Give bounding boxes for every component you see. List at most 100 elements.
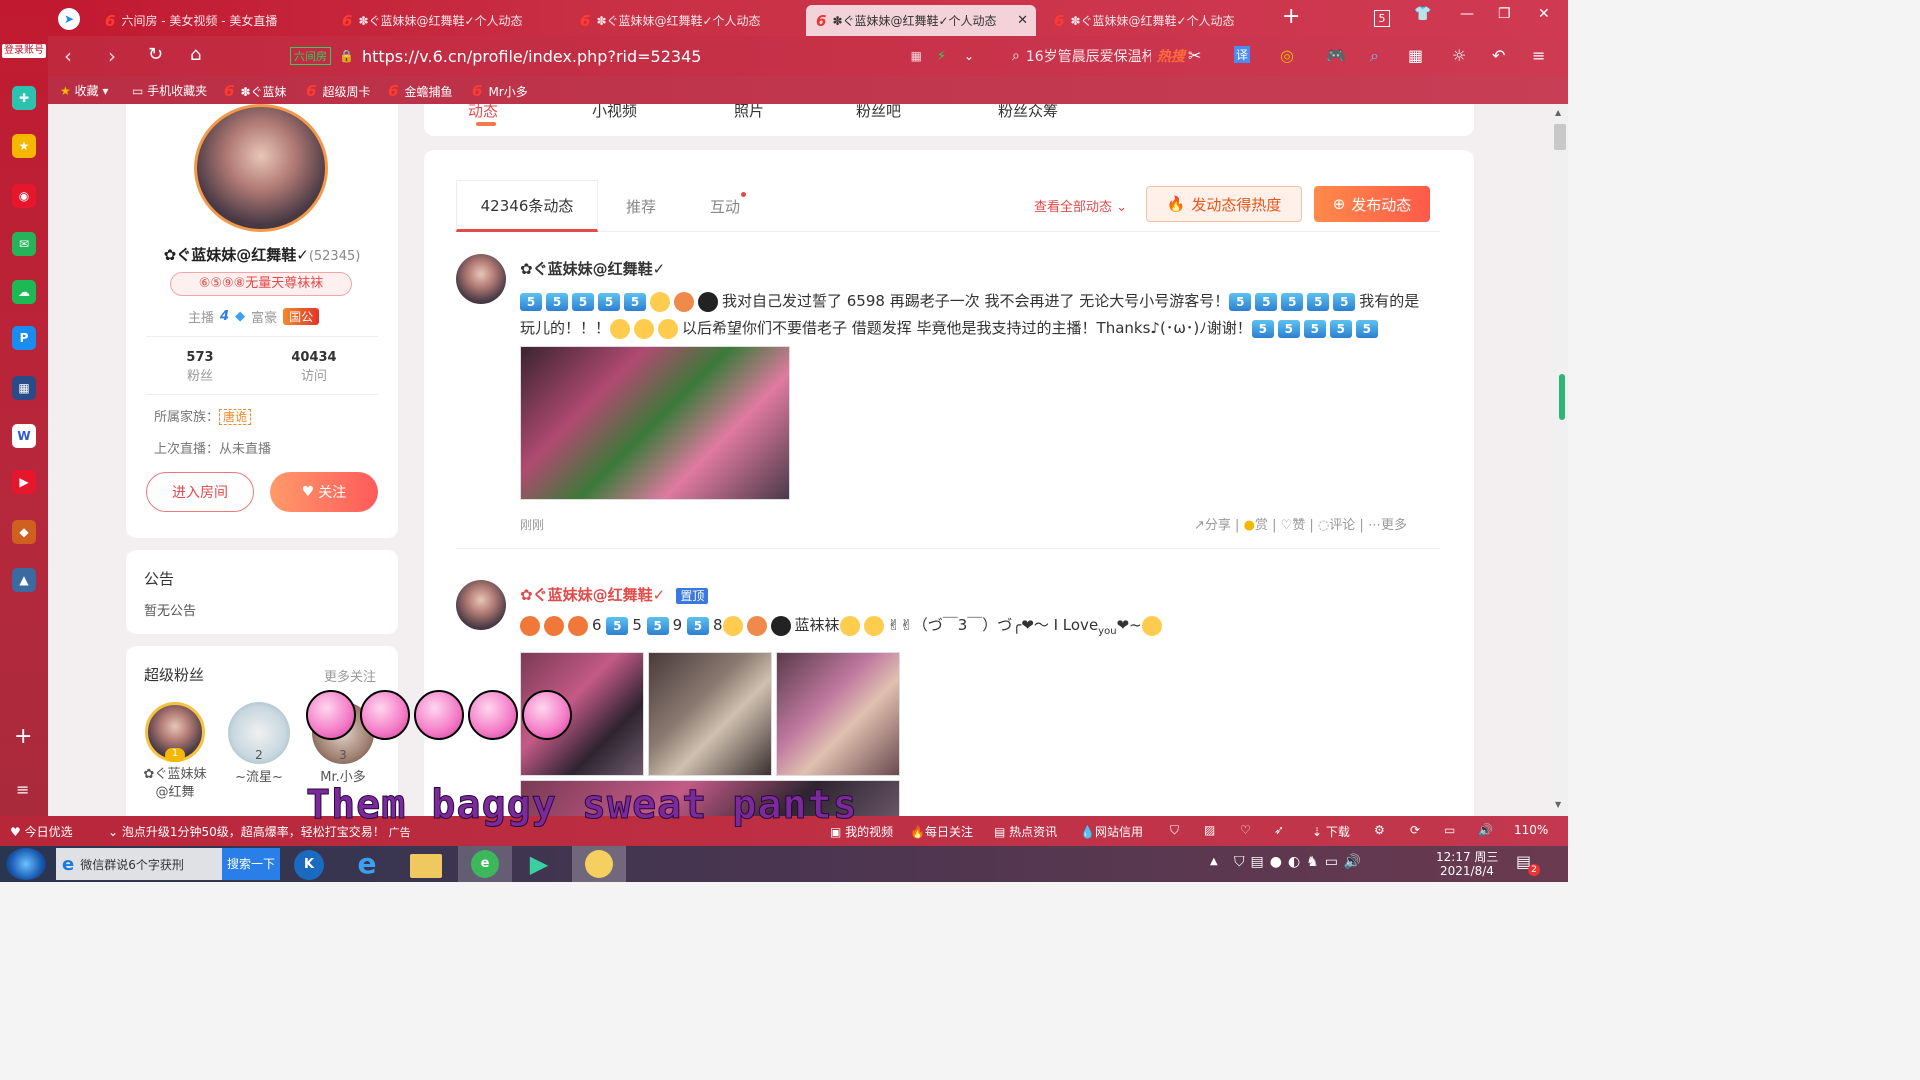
more-follows-link[interactable]: 更多关注	[324, 666, 376, 685]
nav-dongtai[interactable]: 动态	[468, 104, 498, 121]
reward-action[interactable]: ●赏	[1244, 518, 1268, 533]
today-picks[interactable]: ♥ 今日优选	[10, 823, 73, 840]
lightning-icon[interactable]: ⚡	[937, 49, 946, 64]
undo-icon[interactable]: ↶	[1492, 46, 1505, 65]
post-author-avatar[interactable]	[456, 580, 506, 630]
game2-app-icon[interactable]: ◆	[12, 520, 36, 544]
visits-stat[interactable]: 40434 访问	[276, 350, 352, 384]
gamepad-icon[interactable]: 🎮	[1326, 46, 1346, 65]
bookmark-favorites[interactable]: ★ 收藏 ▾	[60, 82, 108, 99]
skin-icon[interactable]: 👕	[1414, 6, 1431, 22]
bookmark-mrxiaoduo[interactable]: 6 Mr小多	[472, 82, 528, 100]
enter-room-button[interactable]: 进入房间	[146, 472, 254, 512]
shield-icon[interactable]: ⛉	[1170, 823, 1179, 838]
translate-icon[interactable]: 译	[1234, 46, 1251, 63]
rocket-icon[interactable]: ➶	[1274, 823, 1284, 837]
tab-liujianfang[interactable]: 6 六间房 - 美女视频 - 美女直播	[95, 5, 325, 36]
forward-icon[interactable]: ›	[108, 44, 116, 68]
post-author-name[interactable]: ✿ぐ蓝妹妹@红舞鞋✓	[520, 586, 665, 604]
daily-follow[interactable]: 🔥每日关注	[910, 823, 973, 840]
more-action[interactable]: ⋯更多	[1368, 518, 1407, 533]
close-window-icon[interactable]: ✕	[1538, 6, 1550, 22]
taskbar-player-icon[interactable]: ▶	[524, 850, 554, 878]
minimize-icon[interactable]: —	[1460, 6, 1474, 22]
tab-profile-4[interactable]: 6 ✽ぐ蓝妹妹@红舞鞋✓个人动态	[1044, 5, 1266, 36]
fan-item-1[interactable]: 1 ✿ぐ蓝妹妹@红舞	[142, 702, 208, 802]
zoom-level[interactable]: 110%	[1514, 823, 1548, 837]
tray-expand-icon[interactable]: ▲	[1210, 856, 1218, 867]
follow-button[interactable]: ♥ 关注	[270, 472, 378, 512]
clock-time[interactable]: 12:17 周三	[1436, 848, 1498, 865]
view-all-dropdown[interactable]: 查看全部动态 ⌄	[1034, 196, 1127, 215]
scroll-up-icon[interactable]: ▲	[1555, 108, 1561, 117]
tab-profile-2[interactable]: 6 ✽ぐ蓝妹妹@红舞鞋✓个人动态	[570, 5, 800, 36]
image-icon[interactable]: ▨	[1204, 823, 1215, 837]
nav-short-video[interactable]: 小视频	[592, 104, 637, 121]
coin-icon[interactable]: ◎	[1280, 46, 1294, 65]
scissors-icon[interactable]: ✂	[1188, 46, 1201, 65]
profile-avatar[interactable]	[194, 104, 328, 232]
publish-button[interactable]: ⊕ 发布动态	[1314, 186, 1430, 222]
clock-date[interactable]: 2021/8/4	[1440, 864, 1494, 878]
dropdown-icon[interactable]: ⌄	[964, 49, 974, 63]
fans-stat[interactable]: 573 粉丝	[162, 350, 238, 384]
tray-icons[interactable]: ⛉▤●◐♞▭🔊	[1234, 854, 1367, 870]
post-image[interactable]	[648, 652, 772, 776]
bookmark-weekcard[interactable]: 6 超级周卡	[306, 82, 370, 100]
scroll-down-icon[interactable]: ▼	[1555, 800, 1561, 809]
tab-count-badge[interactable]: 5	[1374, 10, 1390, 27]
feed-tab-all[interactable]: 42346条动态	[456, 180, 598, 232]
weibo-icon[interactable]: ◉	[12, 184, 36, 208]
taskbar-k-app-icon[interactable]: K	[294, 850, 324, 880]
page-scrollbar[interactable]: ▲ ▼	[1552, 104, 1568, 816]
sync-icon[interactable]: ⟳	[1410, 823, 1420, 837]
taskbar-search-button[interactable]: 搜索一下	[222, 848, 280, 880]
restore-icon[interactable]: ❐	[1498, 6, 1511, 22]
nav-fan-bar[interactable]: 粉丝吧	[856, 104, 901, 121]
tab-profile-1[interactable]: 6 ✽ぐ蓝妹妹@红舞鞋✓个人动态	[332, 5, 562, 36]
menu-list-icon[interactable]: ≡	[16, 780, 29, 799]
url-bar[interactable]: 六间房 🔒 https://v.6.cn/profile/index.php?r…	[280, 41, 986, 71]
bookmark-lanmei[interactable]: 6 ✽ぐ蓝妹	[224, 82, 287, 100]
mail-icon[interactable]: ✉	[12, 232, 36, 256]
volume-icon[interactable]: 🔊	[1478, 823, 1493, 837]
nav-circle-icon[interactable]: ➤	[58, 8, 80, 30]
feed-tab-interact[interactable]: 互动	[710, 192, 747, 217]
hot-news[interactable]: ▤ 热点资讯	[994, 823, 1057, 840]
game-app-icon[interactable]: ▦	[12, 376, 36, 400]
scrollbar-thumb[interactable]	[1554, 124, 1566, 150]
tab-profile-active[interactable]: 6 ✽ぐ蓝妹妹@红舞鞋✓个人动态 ✕	[806, 5, 1036, 36]
close-tab-icon[interactable]: ✕	[1017, 13, 1028, 28]
brightness-icon[interactable]: ☼	[1452, 46, 1466, 65]
nav-photos[interactable]: 照片	[734, 104, 764, 121]
share-action[interactable]: ↗分享	[1194, 518, 1231, 533]
side-scroll-handle[interactable]	[1559, 374, 1565, 420]
heart-outline-icon[interactable]: ♡	[1240, 823, 1251, 837]
magnifier-icon[interactable]: ⌕	[1370, 46, 1379, 66]
plus-app-icon[interactable]: ✚	[12, 86, 36, 110]
menu-icon[interactable]: ≡	[1532, 46, 1545, 65]
nav-crowdfunding[interactable]: 粉丝众筹	[998, 104, 1058, 121]
bookmark-mobile[interactable]: ▭ 手机收藏夹	[132, 82, 207, 99]
p-app-icon[interactable]: P	[12, 326, 36, 350]
site-credit[interactable]: 💧网站信用	[1080, 823, 1143, 840]
taskbar-360-browser-icon[interactable]: e	[458, 846, 512, 882]
back-icon[interactable]: ‹	[64, 44, 72, 68]
word-icon[interactable]: W	[12, 424, 36, 448]
hot-post-button[interactable]: 🔥 发动态得热度	[1146, 186, 1302, 222]
taskbar-qq-app-icon[interactable]	[572, 846, 626, 882]
red-app-icon[interactable]: ▶	[12, 470, 36, 494]
feed-tab-recommend[interactable]: 推荐	[626, 196, 656, 217]
tools-icon[interactable]: ⚙	[1374, 823, 1385, 837]
download-link[interactable]: ⇣ 下载	[1312, 823, 1350, 840]
login-button[interactable]: 登录账号	[2, 44, 46, 58]
star-icon[interactable]: ★	[12, 134, 36, 158]
game3-app-icon[interactable]: ▲	[12, 568, 36, 592]
fan-item-2[interactable]: 2 ~流星~	[226, 702, 292, 785]
like-action[interactable]: ♡赞	[1281, 518, 1306, 533]
home-icon[interactable]: ⌂	[190, 44, 201, 65]
grid-icon[interactable]: ▦	[1408, 46, 1423, 65]
refresh-icon[interactable]: ↻	[148, 44, 163, 65]
comment-action[interactable]: ◌评论	[1318, 518, 1355, 533]
post-image[interactable]	[776, 652, 900, 776]
